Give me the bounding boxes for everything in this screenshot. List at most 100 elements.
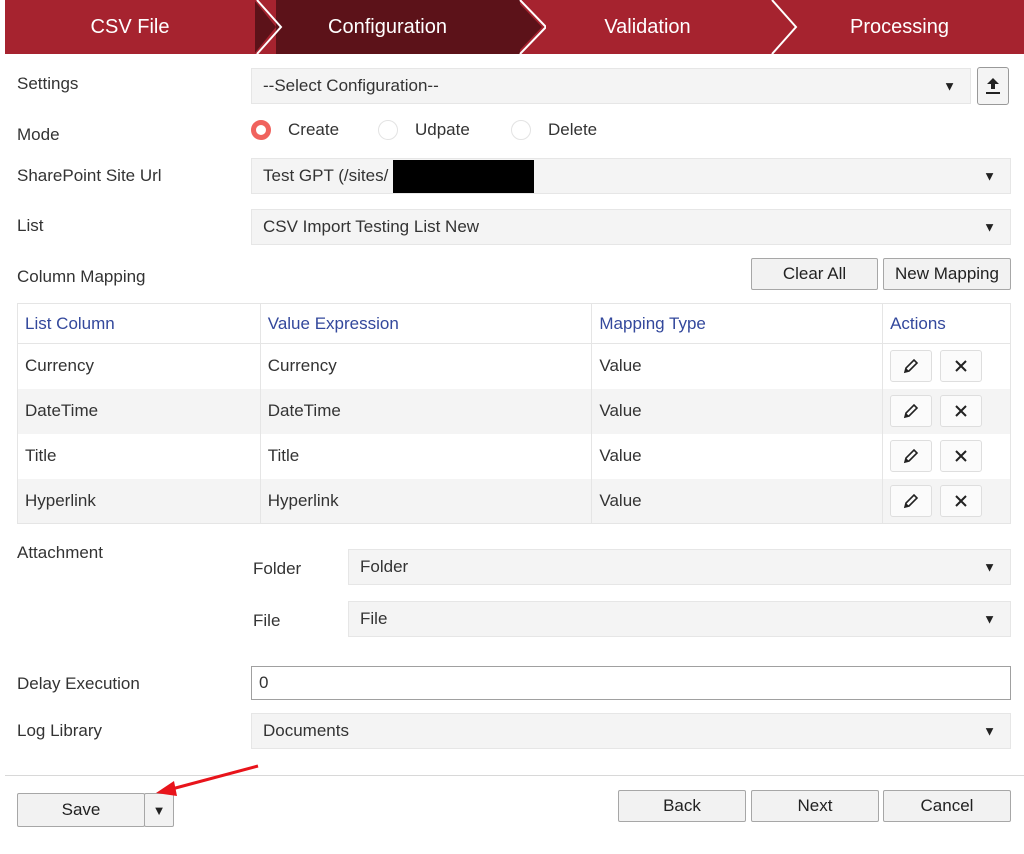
new-mapping-button[interactable]: New Mapping — [883, 258, 1011, 290]
cell-value-expression: Hyperlink — [260, 478, 593, 524]
mode-radio-create[interactable]: Create — [251, 120, 339, 140]
cell-value-expression: Title — [260, 433, 593, 479]
edit-button[interactable] — [890, 395, 933, 427]
step-separator-icon — [516, 0, 546, 54]
list-select[interactable]: CSV Import Testing List New ▼ — [251, 209, 1011, 245]
radio-label: Udpate — [415, 120, 470, 139]
dropdown-arrow-icon: ▼ — [152, 802, 166, 818]
pencil-icon — [903, 359, 919, 374]
delete-button[interactable] — [940, 440, 983, 472]
wizard-step-label: Validation — [604, 15, 691, 38]
dropdown-arrow-icon: ▼ — [983, 168, 996, 184]
wizard-step-csv-file[interactable]: CSV File — [5, 0, 255, 54]
wizard-step-validation[interactable]: Validation — [520, 0, 775, 54]
save-options-dropdown-button[interactable]: ▼ — [144, 793, 174, 827]
upload-button[interactable] — [977, 67, 1009, 105]
attachment-label: Attachment — [17, 543, 103, 562]
close-icon — [955, 405, 967, 417]
delete-button[interactable] — [940, 484, 983, 517]
edit-button[interactable] — [890, 440, 933, 472]
table-row: Hyperlink Hyperlink Value — [17, 478, 1011, 524]
configuration-select-value: --Select Configuration-- — [263, 76, 439, 95]
step-separator-icon — [255, 0, 285, 54]
radio-label: Create — [288, 120, 340, 139]
cell-actions — [882, 478, 1011, 524]
mapping-table: List Column Value Expression Mapping Typ… — [17, 303, 1011, 524]
delete-button[interactable] — [940, 395, 983, 427]
column-header-actions: Actions — [882, 303, 1011, 344]
cell-list-column: Currency — [17, 343, 261, 389]
delay-execution-label: Delay Execution — [17, 674, 140, 693]
cell-list-column: DateTime — [17, 388, 261, 434]
column-header-mapping-type: Mapping Type — [591, 303, 884, 344]
delay-execution-input[interactable]: 0 — [251, 666, 1011, 700]
table-row: DateTime DateTime Value — [17, 388, 1011, 434]
folder-label: Folder — [253, 559, 302, 578]
back-button[interactable]: Back — [618, 790, 746, 822]
log-library-select[interactable]: Documents ▼ — [251, 713, 1011, 749]
redacted-block — [393, 160, 534, 193]
radio-icon — [378, 120, 398, 140]
cell-mapping-type: Value — [591, 478, 884, 524]
radio-icon — [511, 120, 531, 140]
configuration-select[interactable]: --Select Configuration-- ▼ — [251, 68, 971, 104]
site-url-select[interactable]: Test GPT (/sites/ ▼ — [251, 158, 1011, 194]
log-library-value: Documents — [263, 721, 349, 740]
radio-selected-icon — [251, 120, 271, 140]
site-url-label: SharePoint Site Url — [17, 166, 162, 185]
cell-mapping-type: Value — [591, 433, 884, 479]
annotation-arrow-icon — [156, 764, 259, 796]
edit-button[interactable] — [890, 350, 933, 383]
file-label: File — [253, 611, 281, 630]
edit-button[interactable] — [890, 484, 933, 517]
pencil-icon — [903, 493, 919, 508]
close-icon — [955, 450, 967, 462]
mode-radio-delete[interactable]: Delete — [511, 120, 597, 140]
wizard-step-configuration[interactable]: Configuration — [254, 0, 520, 54]
cell-mapping-type: Value — [591, 388, 884, 434]
cell-actions — [882, 388, 1011, 434]
next-button[interactable]: Next — [751, 790, 879, 822]
clear-all-button[interactable]: Clear All — [751, 258, 878, 290]
pencil-icon — [903, 403, 919, 419]
close-icon — [955, 495, 967, 507]
site-url-value: Test GPT (/sites/ — [263, 166, 389, 185]
list-select-value: CSV Import Testing List New — [263, 217, 480, 236]
cancel-button[interactable]: Cancel — [883, 790, 1011, 822]
folder-select-value: Folder — [360, 557, 409, 576]
dropdown-arrow-icon: ▼ — [983, 723, 996, 739]
cell-actions — [882, 343, 1011, 389]
delay-execution-value: 0 — [259, 673, 269, 692]
settings-label: Settings — [17, 74, 79, 93]
wizard-step-label: CSV File — [90, 15, 170, 38]
table-row: Currency Currency Value — [17, 343, 1011, 389]
cell-mapping-type: Value — [591, 343, 884, 389]
close-icon — [955, 360, 967, 372]
delete-button[interactable] — [940, 350, 983, 383]
table-header-row: List Column Value Expression Mapping Typ… — [17, 303, 1011, 344]
folder-select[interactable]: Folder ▼ — [348, 549, 1011, 585]
mode-radio-update[interactable]: Udpate — [378, 120, 470, 140]
dropdown-arrow-icon: ▼ — [983, 611, 996, 627]
dropdown-arrow-icon: ▼ — [983, 559, 996, 575]
mode-label: Mode — [17, 125, 60, 144]
list-label: List — [17, 216, 44, 235]
radio-label: Delete — [548, 120, 598, 139]
pencil-icon — [903, 448, 919, 464]
column-header-value-expression: Value Expression — [260, 303, 593, 344]
cell-list-column: Title — [17, 433, 261, 479]
save-button[interactable]: Save — [17, 793, 145, 827]
cell-actions — [882, 433, 1011, 479]
column-mapping-label: Column Mapping — [17, 267, 146, 286]
wizard-step-processing[interactable]: Processing — [775, 0, 1024, 54]
cell-value-expression: DateTime — [260, 388, 593, 434]
dropdown-arrow-icon: ▼ — [943, 78, 956, 94]
file-select[interactable]: File ▼ — [348, 601, 1011, 637]
wizard-steps: CSV File Configuration Validation Proces… — [5, 0, 1024, 54]
file-select-value: File — [360, 609, 388, 628]
log-library-label: Log Library — [17, 721, 103, 740]
wizard-step-label: Configuration — [328, 15, 447, 38]
upload-icon — [986, 78, 1000, 94]
step-separator-icon — [770, 0, 800, 54]
cell-value-expression: Currency — [260, 343, 593, 389]
